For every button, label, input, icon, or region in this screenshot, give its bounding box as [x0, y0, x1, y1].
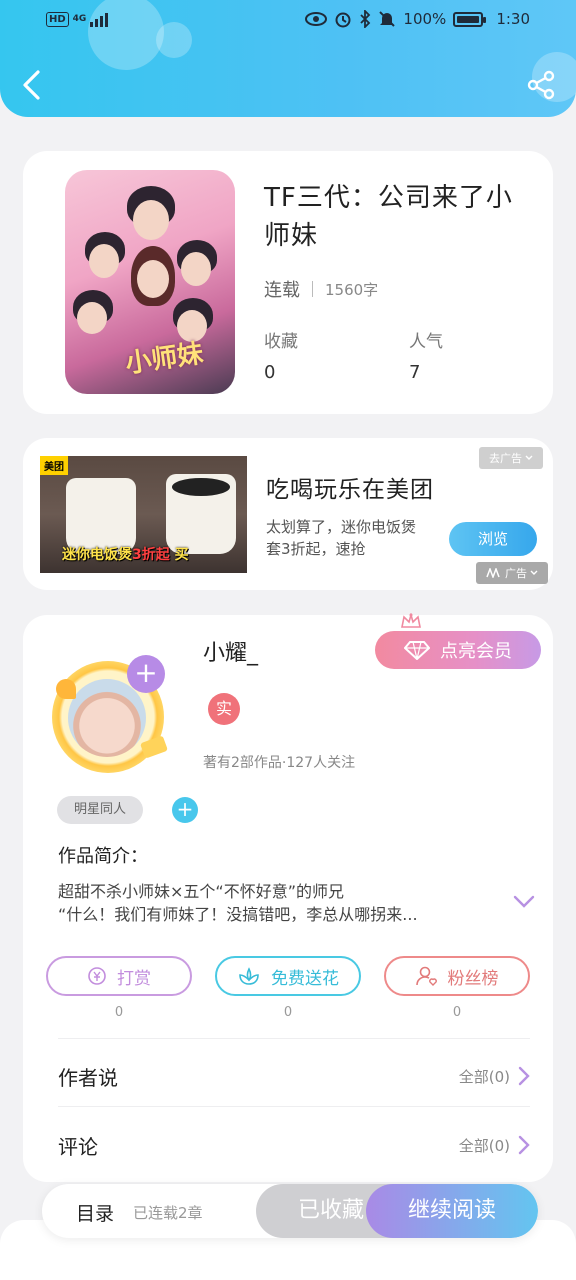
ad-browse-button[interactable]: 浏览 — [449, 522, 537, 556]
eye-icon — [305, 12, 328, 26]
ad-card[interactable]: 美团 迷你电饭煲3折起 买 吃喝玩乐在美团 太划算了，迷你电饭煲套3折起，速抢 … — [23, 438, 553, 590]
divider — [58, 1106, 530, 1107]
intro-line: “什么！我们有师妹了！没搞错吧，李总从哪拐来... — [58, 905, 418, 924]
comments-title: 评论 — [58, 1134, 98, 1159]
intro-line: 超甜不杀小师妹×五个“不怀好意”的师兄 — [58, 882, 344, 901]
fan-rank-label: 粉丝榜 — [447, 968, 499, 989]
ad-description: 太划算了，迷你电饭煲套3折起，速抢 — [266, 518, 417, 558]
chevron-right-icon — [518, 1066, 530, 1086]
crown-icon — [401, 613, 421, 628]
chevron-right-icon — [518, 1135, 530, 1155]
fan-rank-button[interactable]: 粉丝榜 — [384, 956, 530, 996]
genre-tag[interactable]: 明星同人 — [57, 796, 143, 824]
network-label: 4G — [72, 14, 87, 24]
divider — [58, 1038, 530, 1039]
yen-coin-icon — [88, 967, 106, 985]
fan-user-icon — [415, 966, 437, 986]
remove-ad-label: 去广告 — [489, 452, 522, 465]
author-says-all[interactable]: 全部(0) — [459, 1066, 530, 1087]
status-bar: HD 4G 100% 1:30 — [0, 0, 576, 42]
popularity-value: 7 — [409, 362, 421, 383]
ad-source-icon — [486, 568, 500, 578]
fan-count: 0 — [452, 1005, 462, 1020]
bluetooth-icon — [360, 10, 371, 28]
ad-title: 吃喝玩乐在美团 — [266, 477, 434, 503]
verified-badge: 实 — [208, 693, 240, 725]
author-says-count: 全部(0) — [458, 1067, 510, 1086]
author-avatar[interactable]: + — [46, 651, 172, 777]
comments-count: 全部(0) — [458, 1136, 510, 1155]
chevron-down-icon — [530, 570, 538, 575]
chapter-count: 已连载2章 — [133, 1204, 203, 1222]
book-cover-image[interactable]: 小师妹 — [65, 170, 235, 394]
mute-bell-icon — [379, 11, 396, 27]
intro-text[interactable]: 超甜不杀小师妹×五个“不怀好意”的师兄 “什么！我们有师妹了！没搞错吧，李总从哪… — [58, 880, 498, 926]
continue-reading-button[interactable]: 继续阅读 — [366, 1184, 538, 1238]
ad-image[interactable]: 美团 迷你电饭煲3折起 买 — [40, 456, 247, 573]
remove-ad-button[interactable]: 去广告 — [479, 447, 543, 469]
bottom-action-bar: 目录 已连载2章 已收藏 继续阅读 — [42, 1184, 538, 1238]
word-count: 1560字 — [325, 280, 379, 299]
reward-label: 打赏 — [117, 968, 151, 989]
vip-button-label: 点亮会员 — [440, 641, 512, 662]
serial-status: 连载 — [264, 280, 300, 301]
author-meta: 著有2部作品·127人关注 — [203, 755, 356, 771]
intro-title: 作品简介： — [58, 846, 148, 867]
reward-count: 0 — [114, 1005, 124, 1020]
ad-label-tag[interactable]: 广告 — [476, 562, 548, 584]
cover-title-text: 小师妹 — [123, 338, 206, 380]
signal-icon — [90, 11, 109, 27]
reward-button[interactable]: 打赏 — [46, 956, 192, 996]
hd-indicator: HD — [46, 11, 69, 27]
toc-button[interactable]: 目录 — [76, 1199, 114, 1226]
send-flower-label: 免费送花 — [271, 968, 339, 989]
ad-banner-text: 迷你电饭煲3折起 买 — [62, 547, 189, 563]
book-status: 连载 1560字 — [264, 276, 378, 302]
favorites-value: 0 — [264, 362, 276, 383]
chevron-down-icon — [525, 455, 533, 460]
book-info-card: 小师妹 TF三代：公司来了小师妹 连载 1560字 收藏 0 人气 7 — [23, 151, 553, 414]
comments-row[interactable]: 评论 全部(0) — [58, 1111, 530, 1179]
share-button[interactable] — [526, 70, 556, 100]
author-says-row[interactable]: 作者说 全部(0) — [58, 1042, 530, 1110]
ad-label-text: 广告 — [505, 567, 527, 580]
avatar-decoration — [56, 679, 76, 699]
avatar-image — [68, 679, 146, 757]
flower-count: 0 — [283, 1005, 293, 1020]
alarm-icon — [335, 12, 351, 28]
author-name[interactable]: 小耀_ — [203, 635, 258, 667]
diamond-icon — [404, 641, 430, 660]
clock-time: 1:30 — [496, 10, 530, 28]
back-button[interactable] — [18, 68, 46, 102]
ad-brand-logo: 美团 — [40, 456, 68, 475]
header-bar: HD 4G 100% 1:30 — [0, 0, 576, 117]
vip-button[interactable]: 点亮会员 — [375, 631, 541, 669]
author-says-title: 作者说 — [58, 1065, 118, 1090]
avatar-add-button[interactable]: + — [127, 655, 165, 693]
expand-chevron-icon[interactable] — [513, 895, 535, 909]
author-card: + 小耀_ 点亮会员 实 著有2部作品·127人关注 明星同人 + 作品简介： … — [23, 613, 553, 1182]
send-flower-button[interactable]: 免费送花 — [215, 956, 361, 996]
book-title: TF三代：公司来了小师妹 — [264, 183, 513, 251]
battery-icon — [453, 11, 487, 27]
popularity-label: 人气 — [409, 332, 443, 352]
favorites-label: 收藏 — [264, 332, 298, 352]
comments-all[interactable]: 全部(0) — [459, 1135, 530, 1156]
divider — [312, 281, 313, 297]
add-tag-button[interactable]: + — [172, 797, 198, 823]
battery-percent: 100% — [403, 10, 447, 28]
flower-icon — [239, 967, 259, 985]
